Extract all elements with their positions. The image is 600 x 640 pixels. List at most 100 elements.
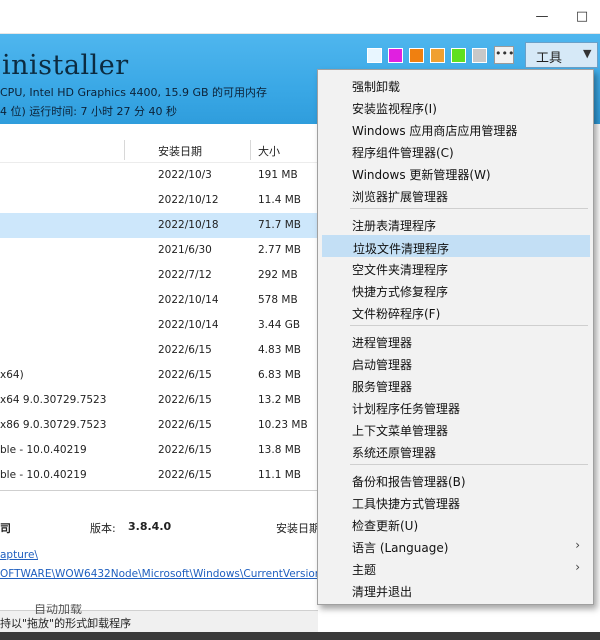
partial-menu-item: 自动加载 (34, 604, 154, 614)
install-date-cell: 2022/10/12 (158, 194, 219, 206)
table-row[interactable]: x64 9.0.30729.7523 2022/6/15 13.2 MB (0, 388, 318, 413)
minimize-button[interactable]: — (532, 8, 552, 26)
menu-item-label: 系统还原管理器 (352, 446, 437, 460)
theme-swatch[interactable] (430, 48, 445, 63)
menu-item[interactable]: 清理并退出 (322, 579, 590, 601)
status-text: 持以"拖放"的形式卸载程序 (0, 617, 132, 630)
menu-item-label: 进程管理器 (352, 336, 413, 350)
menu-item[interactable]: 主题 › (322, 557, 590, 579)
install-date-cell: 2022/10/3 (158, 169, 212, 181)
menu-item-label: 启动管理器 (352, 358, 413, 372)
size-cell: 6.83 MB (258, 369, 301, 381)
size-cell: 292 MB (258, 269, 298, 281)
menu-separator (350, 208, 588, 209)
table-row[interactable]: 2021/6/30 2.77 MB (0, 238, 318, 263)
table-header: 安装日期 大小 (0, 138, 318, 163)
table-row[interactable]: 2022/10/3 191 MB (0, 163, 318, 188)
theme-swatch[interactable] (409, 48, 424, 63)
table-row[interactable]: 2022/10/18 71.7 MB (0, 213, 318, 238)
size-cell: 11.1 MB (258, 469, 301, 481)
table-row[interactable]: x86 9.0.30729.7523 2022/6/15 10.23 MB (0, 413, 318, 438)
registry-key-link[interactable]: OFTWARE\WOW6432Node\Microsoft\Windows\Cu… (0, 568, 318, 580)
column-separator[interactable] (250, 140, 251, 160)
install-date-cell: 2022/6/15 (158, 444, 212, 456)
size-cell: 3.44 GB (258, 319, 301, 331)
program-name-cell: x64 9.0.30729.7523 (0, 394, 107, 406)
menu-item[interactable]: 语言 (Language) › (322, 535, 590, 557)
more-colors-button[interactable]: ••• (494, 46, 514, 64)
menu-item[interactable]: 上下文菜单管理器 (322, 418, 590, 440)
size-cell: 71.7 MB (258, 219, 301, 231)
menu-item[interactable]: 浏览器扩展管理器 (322, 184, 590, 206)
menu-item[interactable]: 安装监视程序(I) (322, 96, 590, 118)
window-titlebar: — □ (0, 0, 600, 34)
table-row[interactable]: 2022/6/15 4.83 MB (0, 338, 318, 363)
menu-item[interactable]: 检查更新(U) (322, 513, 590, 535)
install-date-cell: 2022/6/15 (158, 419, 212, 431)
table-row[interactable]: 2022/10/14 578 MB (0, 288, 318, 313)
menu-item[interactable]: Windows 更新管理器(W) (322, 162, 590, 184)
column-install-date[interactable]: 安装日期 (158, 143, 202, 159)
system-uptime: 4 位) 运行时间: 7 小时 27 分 40 秒 (0, 105, 177, 118)
menu-item[interactable]: 系统还原管理器 (322, 440, 590, 462)
menu-item[interactable]: Windows 应用商店应用管理器 (322, 118, 590, 140)
table-row[interactable]: ble - 10.0.40219 2022/6/15 11.1 MB (0, 463, 318, 488)
menu-item-label: 快捷方式修复程序 (352, 285, 449, 299)
size-cell: 13.8 MB (258, 444, 301, 456)
menu-item-label: 服务管理器 (352, 380, 413, 394)
theme-swatch[interactable] (388, 48, 403, 63)
size-cell: 11.4 MB (258, 194, 301, 206)
menu-item-label: 空文件夹清理程序 (352, 263, 449, 277)
menu-item-label: 注册表清理程序 (352, 219, 437, 233)
menu-item[interactable]: 服务管理器 (322, 374, 590, 396)
column-size[interactable]: 大小 (258, 143, 280, 159)
taskbar-strip (0, 632, 600, 640)
menu-item[interactable]: 注册表清理程序 (322, 213, 590, 235)
details-panel: 司 版本: 3.8.4.0 安装日期 apture\ OFTWARE\WOW64… (0, 490, 318, 610)
install-date-cell: 2022/10/14 (158, 319, 219, 331)
program-name-cell: ble - 10.0.40219 (0, 469, 87, 481)
install-date-label: 安装日期 (276, 522, 318, 535)
menu-item[interactable]: 计划程序任务管理器 (322, 396, 590, 418)
menu-item[interactable]: 进程管理器 (322, 330, 590, 352)
theme-swatch[interactable] (367, 48, 382, 63)
maximize-button[interactable]: □ (572, 8, 592, 26)
size-cell: 2.77 MB (258, 244, 301, 256)
menu-item-label: 工具快捷方式管理器 (352, 497, 461, 511)
system-info: CPU, Intel HD Graphics 4400, 15.9 GB 的可用… (0, 86, 268, 99)
menu-item-label: 浏览器扩展管理器 (352, 190, 449, 204)
table-row[interactable]: 2022/10/12 11.4 MB (0, 188, 318, 213)
menu-item[interactable]: 备份和报告管理器(B) (322, 469, 590, 491)
install-date-cell: 2021/6/30 (158, 244, 212, 256)
install-location-link[interactable]: apture\ (0, 549, 38, 561)
install-date-cell: 2022/10/18 (158, 219, 219, 231)
tools-menu-button[interactable]: 工具 ▼ (525, 42, 598, 68)
menu-item[interactable]: 文件粉碎程序(F) (322, 301, 590, 323)
menu-item[interactable]: 工具快捷方式管理器 (322, 491, 590, 513)
install-date-cell: 2022/7/12 (158, 269, 212, 281)
submenu-arrow-icon: › (575, 560, 580, 574)
table-row[interactable]: ble - 10.0.40219 2022/6/15 13.8 MB (0, 438, 318, 463)
menu-item[interactable]: 空文件夹清理程序 (322, 257, 590, 279)
size-cell: 191 MB (258, 169, 298, 181)
tools-label: 工具 (536, 51, 563, 66)
theme-swatch[interactable] (472, 48, 487, 63)
size-cell: 4.83 MB (258, 344, 301, 356)
menu-item-label: 语言 (Language) (352, 541, 449, 555)
menu-item-label: 检查更新(U) (352, 519, 419, 533)
column-separator[interactable] (124, 140, 125, 160)
menu-item[interactable]: 快捷方式修复程序 (322, 279, 590, 301)
menu-item[interactable]: 强制卸载 (322, 74, 590, 96)
menu-item[interactable]: 启动管理器 (322, 352, 590, 374)
install-date-cell: 2022/6/15 (158, 369, 212, 381)
menu-item[interactable]: 程序组件管理器(C) (322, 140, 590, 162)
theme-swatch[interactable] (451, 48, 466, 63)
table-row[interactable]: 2022/7/12 292 MB (0, 263, 318, 288)
menu-item[interactable]: 垃圾文件清理程序 (322, 235, 590, 257)
size-cell: 10.23 MB (258, 419, 308, 431)
table-row[interactable]: x64) 2022/6/15 6.83 MB (0, 363, 318, 388)
program-table: 安装日期 大小 2022/10/3 191 MB 2022/10/12 11.4 MB… (0, 138, 318, 490)
menu-item-label: 垃圾文件清理程序 (353, 242, 450, 256)
table-row[interactable]: 2022/10/14 3.44 GB (0, 313, 318, 338)
chevron-down-icon: ▼ (583, 47, 592, 60)
